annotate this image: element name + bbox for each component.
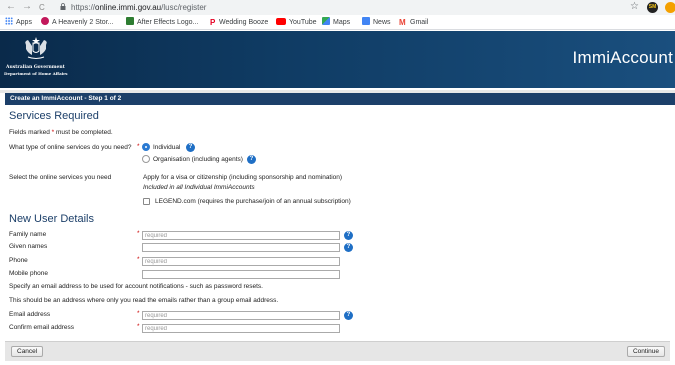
organisation-radio[interactable]	[142, 155, 150, 163]
mobile-phone-input[interactable]	[142, 270, 340, 279]
gmail-icon: M	[399, 18, 406, 27]
individual-radio[interactable]	[142, 143, 150, 151]
organisation-label: Organisation (including agents)	[153, 156, 243, 163]
form-footer: Cancel Continue	[5, 341, 670, 361]
services-heading: Services Required	[9, 110, 99, 122]
help-icon[interactable]: ?	[186, 143, 195, 152]
email-note: This should be an address where only you…	[9, 297, 279, 304]
bookmark-wedding-booze[interactable]: P Wedding Booze	[210, 17, 268, 28]
bookmark-apps[interactable]: Apps	[5, 17, 32, 28]
select-services-label: Select the online services you need	[9, 174, 112, 181]
required-star: *	[137, 323, 140, 330]
site-favicon-icon	[41, 17, 49, 25]
address-bar[interactable]: https://online.immi.gov.au/lusc/register	[71, 2, 206, 13]
bookmark-star-icon[interactable]: ☆	[630, 1, 639, 12]
bookmark-gmail[interactable]: M Gmail	[399, 17, 428, 28]
help-icon[interactable]: ?	[344, 243, 353, 252]
required-star: *	[137, 143, 140, 150]
given-names-label: Given names	[9, 243, 48, 250]
phone-label: Phone	[9, 257, 28, 264]
browser-toolbar: ← → C https://online.immi.gov.au/lusc/re…	[0, 0, 675, 15]
service-description: Apply for a visa or citizenship (includi…	[143, 174, 343, 181]
family-name-input[interactable]	[142, 231, 340, 240]
individual-label: Individual	[153, 144, 181, 151]
family-name-label: Family name	[9, 231, 47, 238]
help-icon[interactable]: ?	[344, 311, 353, 320]
email-label: Email address	[9, 311, 51, 318]
service-type-label: What type of online services do you need…	[9, 144, 132, 151]
apps-grid-icon	[5, 17, 13, 25]
required-star: *	[137, 310, 140, 317]
youtube-icon	[276, 18, 286, 25]
bookmark-after-effects[interactable]: After Effects Logo...	[126, 17, 198, 28]
back-button[interactable]: ←	[6, 1, 16, 13]
legend-label: LEGEND.com (requires the purchase/join o…	[155, 198, 351, 205]
bookmarks-bar: Apps A Heavenly 2 Stor... After Effects …	[0, 15, 675, 30]
registration-form: Services Required Fields marked * must b…	[5, 105, 675, 365]
bookmark-news[interactable]: News	[362, 17, 391, 28]
url-prefix: https://	[71, 3, 96, 12]
lock-icon	[60, 3, 66, 10]
help-icon[interactable]: ?	[247, 155, 256, 164]
site-header: Australian Government Department of Home…	[0, 31, 675, 88]
step-title: Create an ImmiAccount - Step 1 of 2	[5, 93, 675, 105]
news-icon	[362, 17, 370, 25]
reload-button[interactable]: C	[39, 2, 45, 14]
email-input[interactable]	[142, 311, 340, 320]
pinterest-icon: P	[210, 18, 216, 27]
phone-input[interactable]	[142, 257, 340, 266]
included-note: Included in all Individual ImmiAccounts	[143, 184, 255, 191]
bookmark-youtube[interactable]: YouTube	[276, 17, 317, 28]
required-note: Fields marked * must be completed.	[9, 129, 113, 136]
url-host: online.immi.gov.au	[95, 3, 162, 12]
continue-button[interactable]: Continue	[626, 346, 665, 357]
legend-checkbox[interactable]	[143, 198, 150, 205]
url-path: /lusc/register	[161, 3, 207, 12]
coat-of-arms-icon	[25, 37, 47, 59]
confirm-email-label: Confirm email address	[9, 324, 75, 331]
given-names-input[interactable]	[142, 243, 340, 252]
gov-name: Australian Government	[6, 65, 65, 70]
profile-avatar[interactable]: SM	[647, 2, 658, 13]
required-star: *	[137, 230, 140, 237]
brand-title: ImmiAccount	[572, 48, 673, 67]
department-name: Department of Home Affairs	[4, 71, 68, 76]
extension-icon[interactable]	[665, 2, 675, 13]
maps-icon	[322, 17, 330, 25]
confirm-email-input[interactable]	[142, 324, 340, 333]
bookmark-heavenly[interactable]: A Heavenly 2 Stor...	[41, 17, 113, 28]
cancel-button[interactable]: Cancel	[11, 346, 44, 357]
mobile-phone-label: Mobile phone	[9, 270, 49, 277]
forward-button[interactable]: →	[22, 1, 32, 13]
help-icon[interactable]: ?	[344, 231, 353, 240]
bookmark-maps[interactable]: Maps	[322, 17, 350, 28]
email-note: Specify an email address to be used for …	[9, 283, 263, 290]
user-details-heading: New User Details	[9, 213, 94, 225]
site-favicon-icon	[126, 17, 134, 25]
required-star: *	[137, 256, 140, 263]
